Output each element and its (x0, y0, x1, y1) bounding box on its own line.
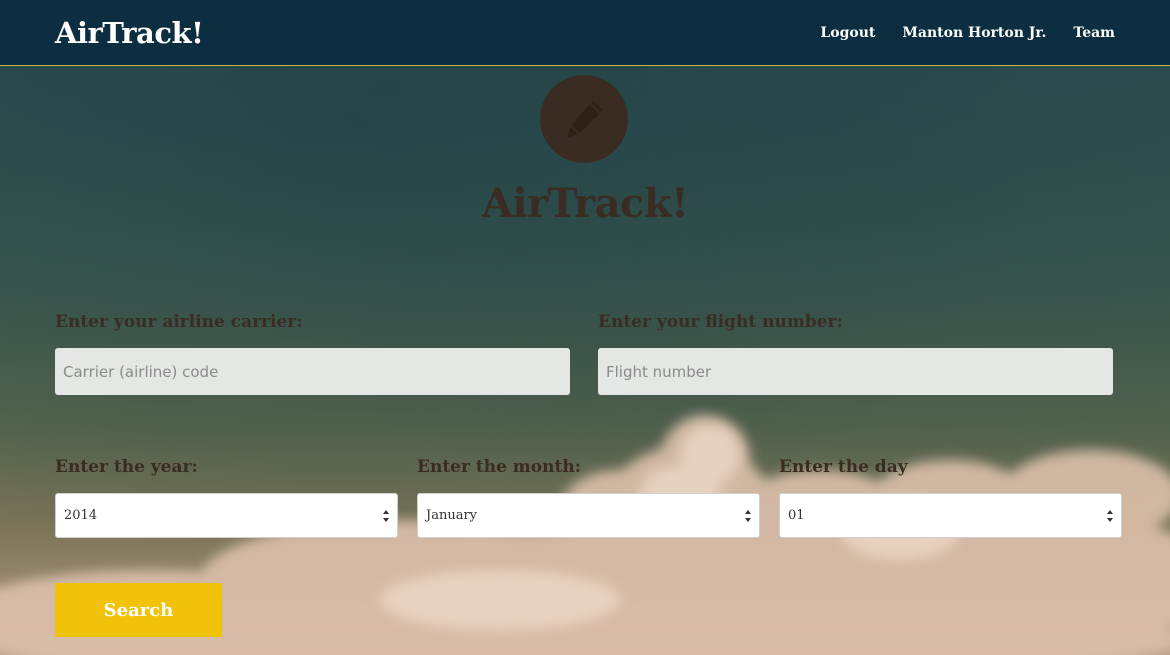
flight-number-label: Enter your flight number: (598, 312, 843, 332)
day-select-value: 01 (788, 508, 805, 523)
flight-number-input[interactable] (598, 348, 1113, 395)
month-select-value: January (426, 508, 478, 523)
brand-logo[interactable]: AirTrack! (55, 16, 204, 50)
year-label: Enter the year: (55, 457, 198, 477)
year-select-value: 2014 (64, 508, 98, 523)
logout-link[interactable]: Logout (820, 25, 875, 41)
user-name-link[interactable]: Manton Horton Jr. (902, 25, 1046, 41)
hero-title: AirTrack! (481, 180, 689, 227)
day-select[interactable]: 01 (779, 493, 1122, 538)
select-arrows-icon (745, 510, 751, 522)
day-label: Enter the day (779, 457, 908, 477)
month-select[interactable]: January (417, 493, 760, 538)
pencil-icon (540, 75, 628, 163)
search-button[interactable]: Search (55, 583, 222, 637)
team-link[interactable]: Team (1073, 25, 1115, 41)
nav-links: Logout Manton Horton Jr. Team (820, 25, 1115, 41)
carrier-label: Enter your airline carrier: (55, 312, 303, 332)
month-label: Enter the month: (417, 457, 581, 477)
carrier-input[interactable] (55, 348, 570, 395)
year-select[interactable]: 2014 (55, 493, 398, 538)
navbar: AirTrack! Logout Manton Horton Jr. Team (0, 0, 1170, 66)
select-arrows-icon (383, 510, 389, 522)
select-arrows-icon (1107, 510, 1113, 522)
